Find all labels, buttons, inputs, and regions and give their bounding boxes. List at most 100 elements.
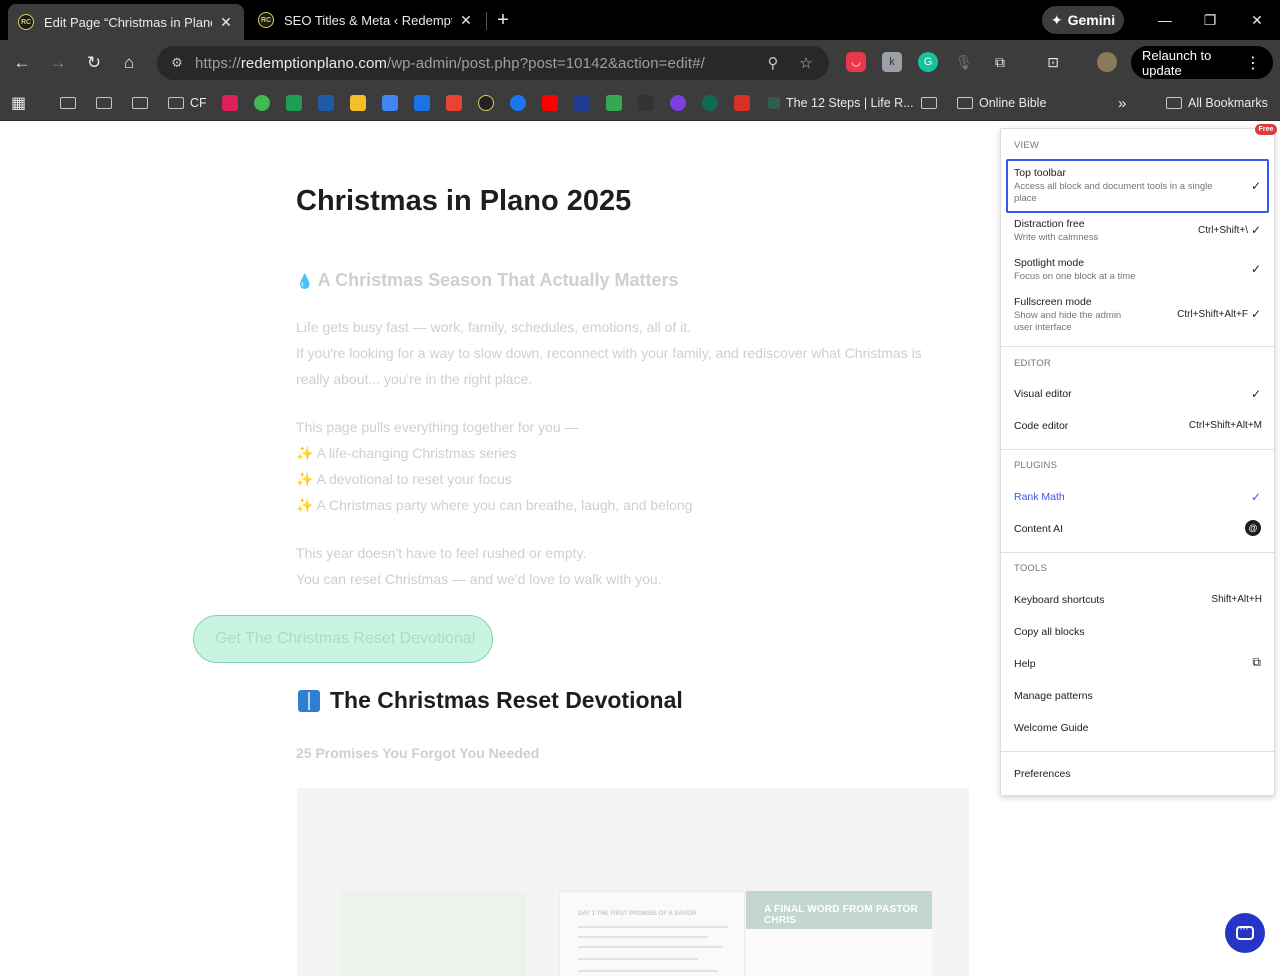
menu-item-fullscreen-mode[interactable]: Fullscreen mode Show and hide the admin … bbox=[1014, 296, 1262, 334]
bookmark-folder[interactable] bbox=[96, 92, 112, 114]
menu-item-welcome-guide[interactable]: Welcome Guide bbox=[1014, 722, 1262, 734]
back-arrow-icon[interactable]: ← bbox=[10, 51, 34, 75]
restore-icon[interactable]: ❐ bbox=[1200, 10, 1220, 30]
extension-k-icon[interactable]: k bbox=[882, 52, 902, 72]
menu-item-help[interactable]: Help ⧉ bbox=[1014, 655, 1262, 670]
bookmark-folder-online-bible[interactable]: Online Bible bbox=[957, 92, 1046, 114]
sparkle-icon: ✨ bbox=[296, 445, 314, 461]
menu-item-spotlight-mode[interactable]: Spotlight mode Focus on one block at a t… bbox=[1014, 257, 1262, 283]
kebab-menu-icon[interactable]: ⋮ bbox=[1245, 53, 1261, 73]
close-icon[interactable]: ✕ bbox=[218, 14, 234, 31]
menu-section-view: VIEW bbox=[1014, 140, 1040, 151]
menu-item-distraction-free[interactable]: Distraction free Write with calmness Ctr… bbox=[1014, 218, 1262, 244]
list-item: ✨ A Christmas party where you can breath… bbox=[296, 497, 693, 513]
pine-photo bbox=[340, 891, 526, 976]
microphone-icon[interactable]: 🎙 bbox=[954, 52, 974, 72]
minimize-icon[interactable]: — bbox=[1155, 10, 1175, 30]
gmail-icon[interactable] bbox=[446, 92, 462, 114]
canva-icon[interactable] bbox=[670, 92, 686, 114]
bookmark-folder[interactable] bbox=[132, 92, 148, 114]
gloo-icon[interactable] bbox=[254, 92, 270, 114]
bookmark-12-steps[interactable]: The 12 Steps | Life R... bbox=[768, 92, 914, 114]
droplet-icon: 💧 bbox=[296, 273, 314, 289]
browser-toolbar: ← → ↻ ⌂ ⚙ https://redemptionplano.com/wp… bbox=[0, 40, 1280, 85]
menu-item-preferences[interactable]: Preferences bbox=[1014, 768, 1262, 780]
checkmark-icon: ✓ bbox=[1250, 490, 1261, 504]
more-bookmarks-chevron-icon[interactable]: » bbox=[1118, 92, 1126, 114]
tab-strip: RC Edit Page “Christmas in Plano 2( ✕ RC… bbox=[0, 0, 1280, 40]
apps-grid-icon[interactable]: ▦ bbox=[11, 92, 26, 114]
menu-item-content-ai[interactable]: Content AI @ bbox=[1014, 520, 1262, 536]
bookmark-dw-icon[interactable] bbox=[638, 92, 654, 114]
menu-item-code-editor[interactable]: Code editor Ctrl+Shift+Alt+M bbox=[1014, 420, 1262, 432]
content-ai-icon: @ bbox=[1245, 520, 1261, 536]
close-icon[interactable]: ✕ bbox=[458, 12, 474, 29]
folder-icon bbox=[96, 97, 112, 109]
chat-bubble-icon bbox=[1236, 921, 1254, 940]
menu-item-top-toolbar[interactable]: Top toolbar Access all block and documen… bbox=[1014, 167, 1262, 205]
relaunch-button[interactable]: Relaunch to update ⋮ bbox=[1131, 46, 1273, 79]
site-settings-icon[interactable]: ⚙ bbox=[167, 55, 187, 71]
closing-paragraph[interactable]: This year doesn't have to feel rushed or… bbox=[296, 540, 662, 592]
all-bookmarks-folder[interactable]: All Bookmarks bbox=[1166, 92, 1268, 114]
tab-search-icon[interactable]: ⊡ bbox=[1043, 52, 1063, 72]
gemini-button[interactable]: ✦ Gemini bbox=[1042, 6, 1124, 34]
bookmark-folder[interactable] bbox=[921, 92, 937, 114]
bookmark-ui-icon[interactable] bbox=[574, 92, 590, 114]
new-tab-plus-icon[interactable]: + bbox=[492, 8, 514, 32]
folder-icon bbox=[60, 97, 76, 109]
reload-icon[interactable]: ↻ bbox=[82, 51, 106, 75]
zoom-search-icon[interactable]: ⚲ bbox=[763, 54, 783, 72]
pulls-paragraph[interactable]: This page pulls everything together for … bbox=[296, 414, 692, 518]
slack-icon[interactable] bbox=[222, 92, 238, 114]
menu-divider bbox=[1001, 552, 1274, 553]
menu-item-rank-math[interactable]: Rank Math ✓ bbox=[1014, 490, 1262, 504]
headphones-icon[interactable] bbox=[702, 92, 718, 114]
forward-arrow-icon[interactable]: → bbox=[46, 51, 70, 75]
calendar-icon[interactable] bbox=[414, 92, 430, 114]
home-icon[interactable]: ⌂ bbox=[117, 51, 141, 75]
checkmark-icon: ✓ bbox=[1250, 223, 1261, 237]
bookmark-blue-icon[interactable] bbox=[318, 92, 334, 114]
tab-label: SEO Titles & Meta ‹ Redemption bbox=[284, 12, 452, 28]
tab-seo-titles[interactable]: RC SEO Titles & Meta ‹ Redemption ✕ bbox=[248, 4, 484, 36]
sparkle-icon: ✨ bbox=[296, 497, 314, 513]
bookmark-folder-cf[interactable]: CF bbox=[168, 92, 207, 114]
devotional-image[interactable]: DAY 1 THE FIRST PROMISE OF A SAVIOR A FI… bbox=[297, 788, 969, 976]
bookmark-green-icon[interactable] bbox=[286, 92, 302, 114]
youtube-icon[interactable] bbox=[542, 92, 558, 114]
bookmark-folder[interactable] bbox=[60, 92, 76, 114]
extensions-puzzle-icon[interactable]: ⧉ bbox=[990, 52, 1010, 72]
bookmark-red-icon[interactable] bbox=[734, 92, 750, 114]
menu-divider bbox=[1001, 346, 1274, 347]
window-close-icon[interactable]: ✕ bbox=[1247, 10, 1267, 30]
cta-label: Get The Christmas Reset Devotional bbox=[215, 630, 476, 647]
pocket-icon[interactable]: ◡ bbox=[846, 52, 866, 72]
docs-icon[interactable] bbox=[382, 92, 398, 114]
address-bar[interactable]: ⚙ https://redemptionplano.com/wp-admin/p… bbox=[157, 46, 829, 80]
tab-edit-page[interactable]: RC Edit Page “Christmas in Plano 2( ✕ bbox=[8, 4, 244, 40]
grammarly-icon[interactable]: G bbox=[918, 52, 938, 72]
section-heading[interactable]: 💧 A Christmas Season That Actually Matte… bbox=[296, 270, 679, 291]
menu-item-keyboard-shortcuts[interactable]: Keyboard shortcuts Shift+Alt+H bbox=[1014, 594, 1262, 606]
list-item: ✨ A devotional to reset your focus bbox=[296, 471, 512, 487]
menu-item-visual-editor[interactable]: Visual editor ✓ bbox=[1014, 387, 1262, 401]
folder-icon bbox=[957, 97, 973, 109]
facebook-icon[interactable] bbox=[510, 92, 526, 114]
folder-icon bbox=[1166, 97, 1182, 109]
sheets-icon[interactable] bbox=[606, 92, 622, 114]
external-link-icon: ⧉ bbox=[1252, 655, 1261, 669]
keep-icon[interactable] bbox=[350, 92, 366, 114]
menu-section-editor: EDITOR bbox=[1014, 358, 1051, 369]
profile-avatar[interactable] bbox=[1097, 52, 1117, 72]
intro-paragraph[interactable]: Life gets busy fast — work, family, sche… bbox=[296, 314, 922, 392]
devotional-heading[interactable]: The Christmas Reset Devotional bbox=[298, 687, 683, 714]
menu-item-manage-patterns[interactable]: Manage patterns bbox=[1014, 690, 1262, 702]
page-title[interactable]: Christmas in Plano 2025 bbox=[296, 185, 631, 218]
site-favicon-icon[interactable] bbox=[478, 92, 494, 114]
menu-item-copy-all-blocks[interactable]: Copy all blocks bbox=[1014, 626, 1262, 638]
cta-button[interactable]: Get The Christmas Reset Devotional bbox=[193, 615, 493, 663]
chat-widget-button[interactable] bbox=[1225, 913, 1265, 953]
devotional-subheading[interactable]: 25 Promises You Forgot You Needed bbox=[296, 745, 539, 761]
bookmark-star-icon[interactable]: ☆ bbox=[796, 54, 816, 72]
